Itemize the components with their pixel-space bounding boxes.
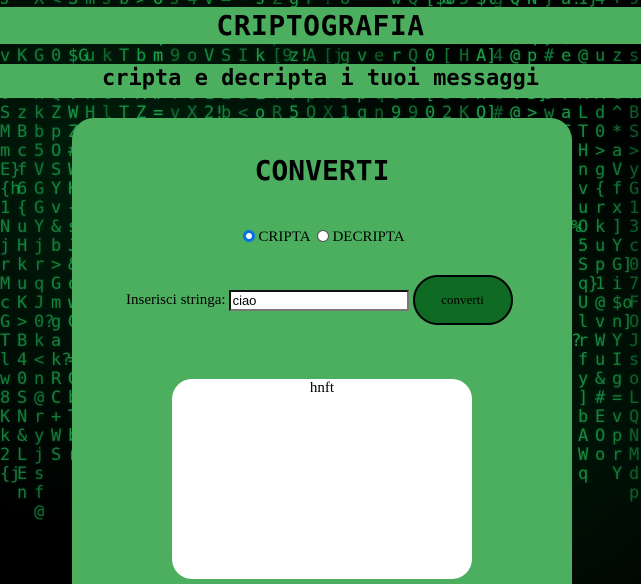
output-text: hnft xyxy=(309,380,335,396)
string-input[interactable]: ciao xyxy=(228,289,409,311)
radio-decripta[interactable] xyxy=(317,230,330,242)
page-subtitle: cripta e decripta i tuoi messaggi xyxy=(0,64,641,98)
input-row: Inserisci stringa: ciao converti xyxy=(126,275,513,325)
convert-button[interactable]: converti xyxy=(412,275,513,325)
input-label: Inserisci stringa: xyxy=(126,291,226,308)
radio-decripta-label[interactable]: DECRIPTA xyxy=(332,229,404,245)
output-box: hnft xyxy=(172,379,472,579)
card-title: CONVERTI xyxy=(254,154,390,187)
converter-card: CONVERTI CRIPTA DECRIPTA Inserisci strin… xyxy=(72,118,572,584)
radio-cripta[interactable] xyxy=(243,230,256,242)
radio-cripta-label[interactable]: CRIPTA xyxy=(258,229,309,245)
page-title: CRIPTOGRAFIA xyxy=(0,7,641,44)
mode-selector: CRIPTA DECRIPTA xyxy=(72,229,572,246)
